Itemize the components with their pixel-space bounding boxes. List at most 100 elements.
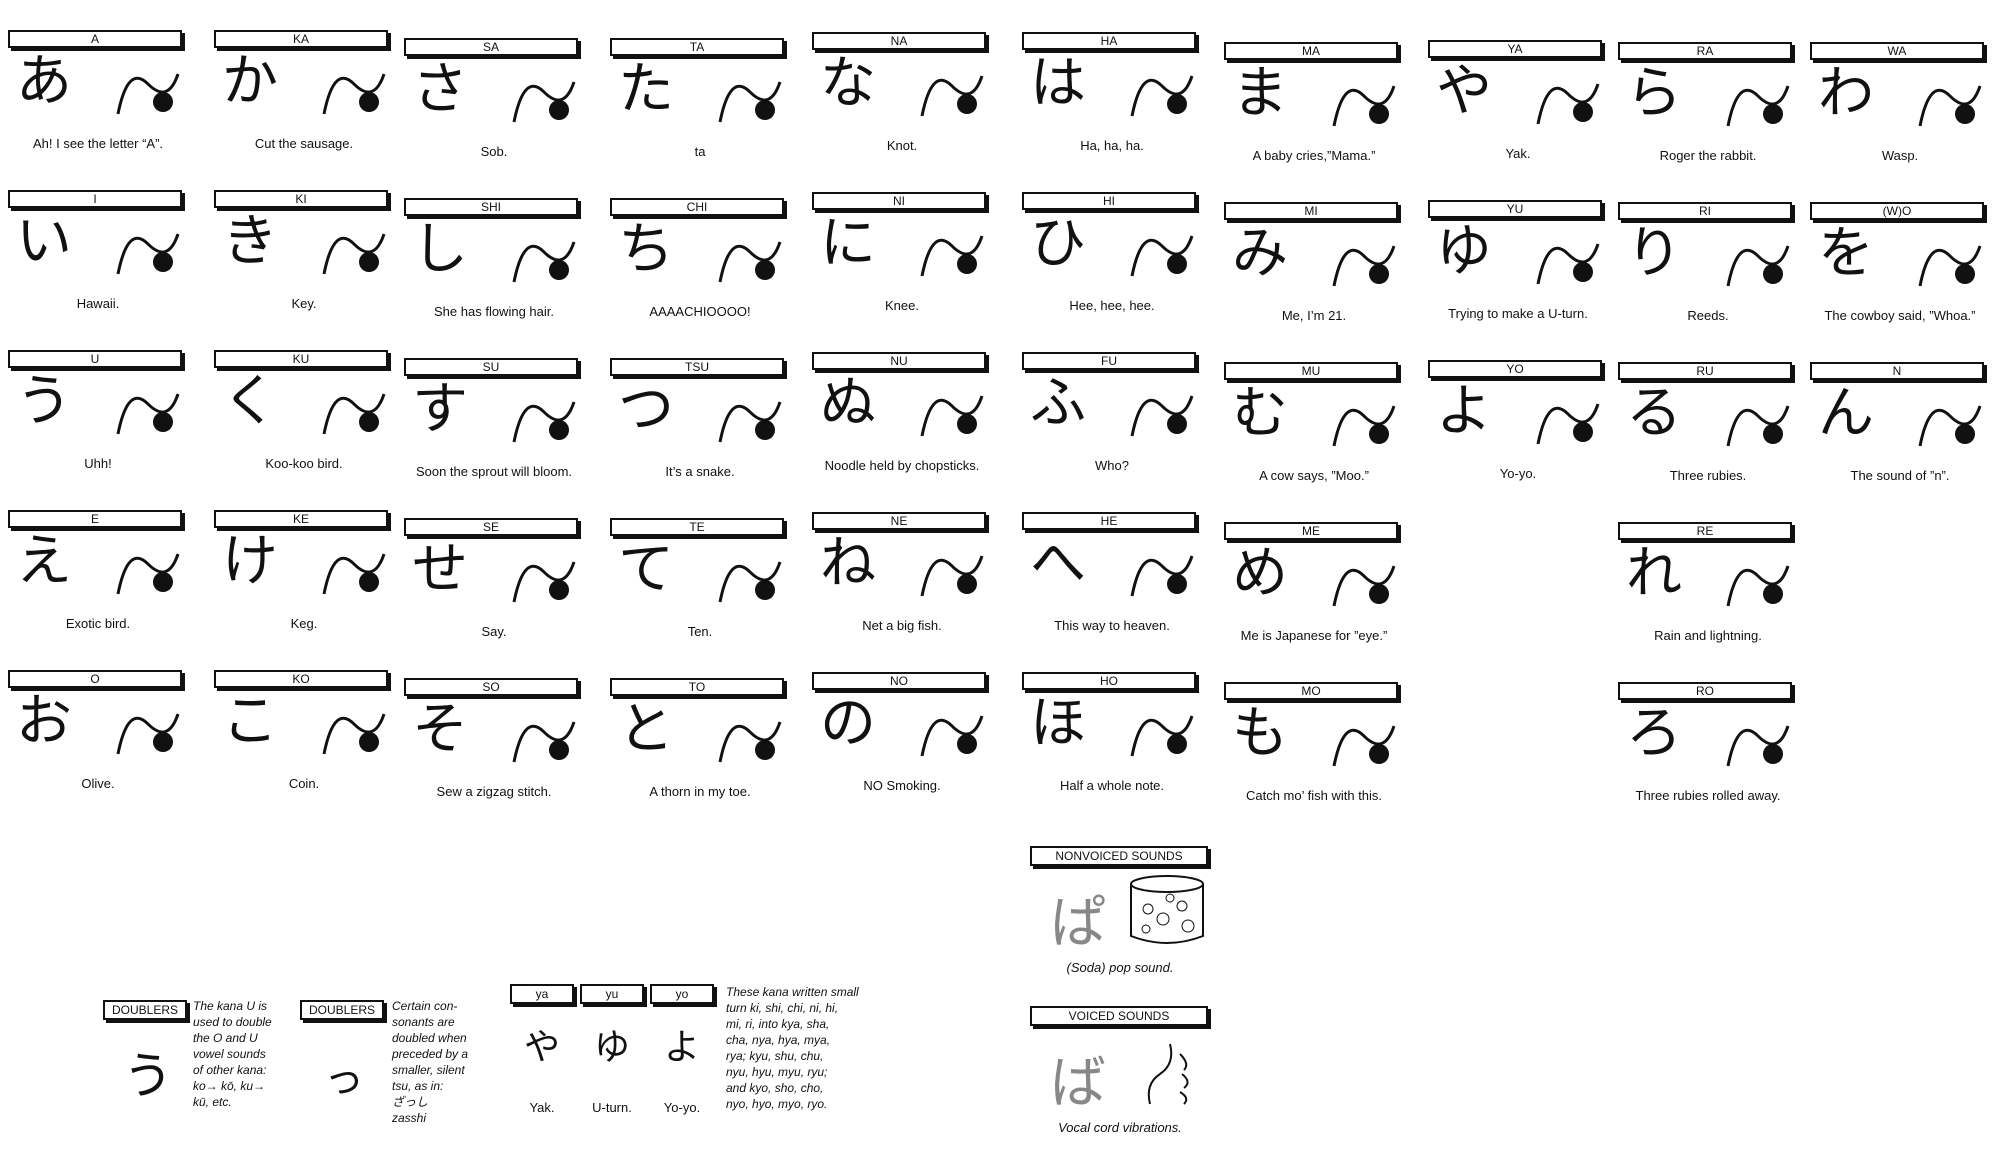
- kana-character: ち: [618, 217, 674, 282]
- kana-character: さ: [412, 57, 468, 122]
- kana-romaji-label: SA: [404, 38, 578, 56]
- mnemonic-caption: Coin.: [288, 776, 320, 791]
- three-picture: [1718, 706, 1798, 778]
- fisher-picture: [912, 536, 992, 608]
- wasp-picture: [1910, 66, 1990, 138]
- explanation-line: rya; kyu, shu, chu,: [726, 1049, 824, 1063]
- kana-card-te: TE て Ten.: [610, 514, 800, 664]
- explanation-line: mi, ri, into kya, sha,: [726, 1017, 830, 1031]
- kana-romaji-label: NE: [812, 512, 986, 530]
- hand-picture: [108, 374, 188, 446]
- kana-romaji-label: MA: [1224, 42, 1398, 60]
- kana-character: ら: [1626, 61, 1682, 126]
- explanation-line: cha, nya, hya, mya,: [726, 1033, 831, 1047]
- kana-romaji-label: RU: [1618, 362, 1792, 380]
- ten-script-picture: [710, 542, 790, 614]
- chopsticks-picture: [912, 376, 992, 448]
- kana-character: え: [16, 529, 72, 594]
- kana-romaji-label: I: [8, 190, 182, 208]
- kana-character: も: [1232, 701, 1288, 766]
- kana-card-he: HE へ This way to heaven.: [1022, 508, 1212, 658]
- kana-card-yo: YO よ Yo-yo.: [1428, 356, 1618, 506]
- knees-picture: [912, 216, 992, 288]
- doublers-tsu-card: DOUBLERS っ Certain con-sonants are double…: [300, 998, 490, 1138]
- kana-card-ru: RU る Three rubies.: [1618, 358, 1808, 508]
- kana-character: ろ: [1626, 701, 1682, 766]
- kana-romaji-label: ME: [1224, 522, 1398, 540]
- mnemonic-caption: Olive.: [81, 776, 115, 791]
- kana-character: ゆ: [1436, 219, 1492, 284]
- kana-card-wa: WA わ Wasp.: [1810, 38, 2000, 188]
- kana-romaji-label: NO: [812, 672, 986, 690]
- explanation-line: the O and U: [193, 1031, 258, 1045]
- question-picture: [1122, 376, 1202, 448]
- kana-character: あ: [16, 49, 72, 114]
- explanation-line: turn ki, shi, chi, ni, hi,: [726, 1001, 839, 1015]
- small-kana-character: ゆ: [594, 1027, 631, 1068]
- reeds-picture: [1718, 226, 1798, 298]
- explanation-line: ko→ kō, ku→: [193, 1079, 266, 1093]
- kana-card-ro: RO ろ Three rubies rolled away.: [1618, 678, 1808, 828]
- voiced-sounds-card: VOICED SOUNDS ば Vocal cord vibrations.: [1030, 1006, 1210, 1156]
- mnemonic-caption: Say.: [481, 624, 507, 639]
- mnemonic-caption: Wasp.: [1881, 148, 1919, 163]
- mnemonic-caption: Ten.: [687, 624, 713, 639]
- mnemonic-caption: Sob.: [480, 144, 508, 159]
- nonvoiced-sounds-card: NONVOICED SOUNDS ぱ (Soda) pop sound.: [1030, 846, 1210, 996]
- kana-card-se: SE せ Say.: [404, 514, 594, 664]
- kana-card-re: RE れ Rain and lightning.: [1618, 518, 1808, 668]
- mnemonic-caption: Exotic bird.: [65, 616, 131, 631]
- kana-card-to: TO と A thorn in my toe.: [610, 674, 800, 824]
- kana-romaji-label: SU: [404, 358, 578, 376]
- explanation-line: and kyo, sho, cho,: [726, 1081, 824, 1095]
- mnemonic-caption: Noodle held by chopsticks.: [824, 458, 980, 473]
- kana-character: ひ: [1030, 211, 1086, 276]
- key-picture: [314, 214, 394, 286]
- rubies-picture: [1718, 386, 1798, 458]
- explanation-line: vowel sounds: [193, 1047, 266, 1061]
- kana-romaji-label: KI: [214, 190, 388, 208]
- kana-romaji-label: KO: [214, 670, 388, 688]
- kana-card-su: SU す Soon the sprout will bloom.: [404, 354, 594, 504]
- explanation-line: doubled when: [392, 1031, 467, 1045]
- kana-card-mo: MO も Catch mo’ fish with this.: [1224, 678, 1414, 828]
- no-smoking-picture: [912, 696, 992, 768]
- doublers-u-card: DOUBLERS う The kana U is used to double th…: [103, 998, 293, 1138]
- explanation-line: These kana written small: [726, 985, 859, 999]
- kana-romaji-label: RA: [1618, 42, 1792, 60]
- kana-romaji-label: MO: [1224, 682, 1398, 700]
- kana-romaji-label: RI: [1618, 202, 1792, 220]
- kana-character: り: [1626, 221, 1682, 286]
- kana-character: く: [222, 369, 278, 434]
- kana-character: の: [820, 691, 876, 756]
- kana-romaji-label: KU: [214, 350, 388, 368]
- mnemonic-caption: A baby cries,”Mama.”: [1252, 148, 1376, 163]
- kana-character: そ: [412, 697, 468, 762]
- nonvoiced-caption: (Soda) pop sound.: [1066, 960, 1174, 975]
- kana-romaji-label: WA: [1810, 42, 1984, 60]
- sprout-picture: [504, 382, 584, 454]
- letter-a-picture: [108, 54, 188, 126]
- explanation-line: The kana U is: [193, 999, 268, 1013]
- kana-romaji-label: MI: [1224, 202, 1398, 220]
- arrow-up-picture: [1122, 536, 1202, 608]
- kana-character: め: [1232, 541, 1288, 606]
- kana-card-o: O お Olive.: [8, 666, 198, 816]
- mnemonic-caption: Ha, ha, ha.: [1080, 138, 1144, 153]
- mnemonic-caption: Hee, hee, hee.: [1069, 298, 1155, 313]
- kana-romaji-label: RO: [1618, 682, 1792, 700]
- kana-character: ね: [820, 531, 876, 596]
- double-i-picture: [108, 214, 188, 286]
- mnemonic-caption: Catch mo’ fish with this.: [1245, 788, 1383, 803]
- throat-picture: [1147, 1043, 1189, 1105]
- kana-character: せ: [412, 537, 468, 602]
- small-kana-caption: Yo-yo.: [663, 1100, 701, 1115]
- mnemonic-caption: It’s a snake.: [665, 464, 735, 479]
- bird-picture: [108, 534, 188, 606]
- half-note-picture: [1122, 696, 1202, 768]
- kana-romaji-label: SHI: [404, 198, 578, 216]
- mnemonic-caption: Knee.: [885, 298, 919, 313]
- kana-character: や: [1436, 59, 1492, 124]
- mnemonic-caption: NO Smoking.: [863, 778, 941, 793]
- mnemonic-caption: Key.: [291, 296, 317, 311]
